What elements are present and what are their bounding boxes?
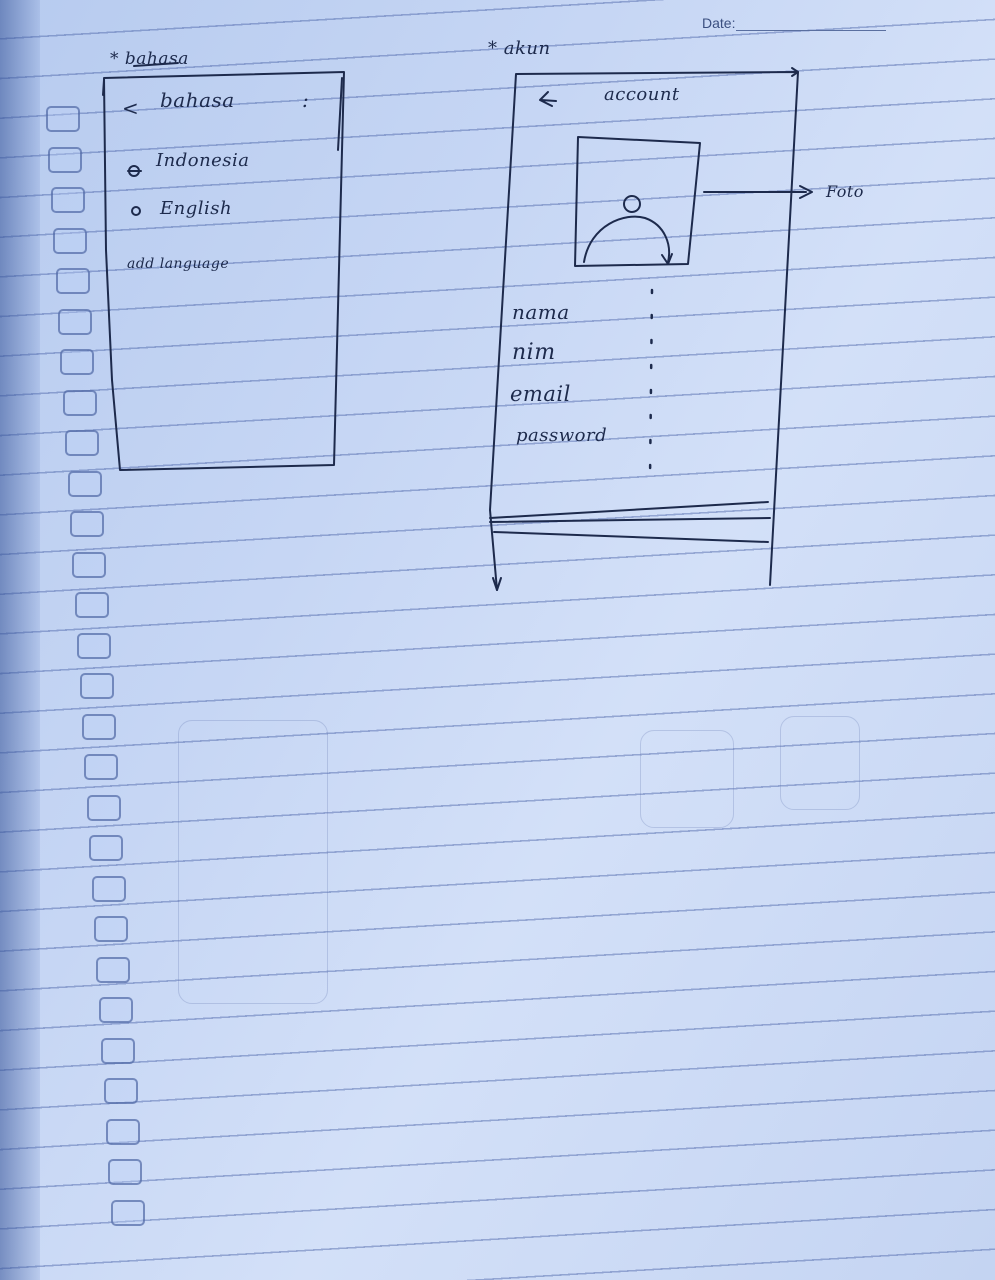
language-screen-title: bahasa xyxy=(160,88,235,112)
language-option[interactable]: Indonesia xyxy=(156,150,250,171)
photo-label: Foto xyxy=(826,182,864,201)
language-heading: * bahasa xyxy=(110,49,189,69)
email-field-label: email xyxy=(510,382,571,406)
back-icon[interactable]: < xyxy=(122,96,139,120)
radio-english xyxy=(131,206,141,216)
back-arrow-icon xyxy=(539,91,557,107)
avatar-body-icon xyxy=(583,215,670,263)
language-option[interactable]: English xyxy=(160,198,232,219)
nim-field-label: nim xyxy=(512,340,556,365)
account-screen-frame xyxy=(489,71,799,591)
avatar-head-icon xyxy=(623,195,641,213)
overflow-menu-icon[interactable]: : xyxy=(302,88,309,112)
password-field-label: password xyxy=(516,425,608,446)
account-heading: * akun xyxy=(488,38,551,59)
add-language-link[interactable]: add language xyxy=(127,256,229,272)
name-field-label: nama xyxy=(512,300,570,324)
photo-placeholder xyxy=(574,136,701,267)
account-screen-title: account xyxy=(604,84,680,105)
bottom-bar xyxy=(489,501,769,519)
